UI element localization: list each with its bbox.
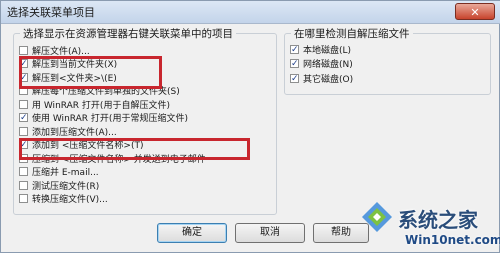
checkbox[interactable] (19, 180, 28, 190)
context-menu-group-title: 选择显示在资源管理器右键关联菜单中的项目 (20, 26, 236, 41)
highlight-box-extract-options (19, 56, 162, 89)
title-bar[interactable]: 选择关联菜单项目 ✕ (1, 1, 500, 24)
highlight-box-add-to-archive (19, 138, 250, 160)
sfx-detect-item-label: 其它磁盘(O) (303, 74, 354, 85)
checkbox[interactable]: ✓ (290, 73, 299, 83)
checkbox[interactable] (19, 194, 28, 203)
context-menu-item[interactable]: 添加到压缩文件(A)... (19, 124, 117, 138)
dialog-window: 选择关联菜单项目 ✕ 选择显示在资源管理器右键关联菜单中的项目 解压文件(A).… (0, 0, 500, 253)
close-button[interactable]: ✕ (455, 3, 495, 20)
context-menu-item[interactable]: 用 WinRAR 打开(用于自解压文件) (19, 97, 170, 111)
context-menu-item-label: 转换压缩文件(V)... (32, 195, 108, 205)
checkbox[interactable] (19, 126, 28, 136)
checkbox[interactable] (19, 99, 28, 109)
window-title: 选择关联菜单项目 (7, 6, 95, 19)
context-menu-item-label: 使用 WinRAR 打开(用于常规压缩文件) (32, 114, 188, 124)
checkbox[interactable]: ✓ (19, 113, 28, 123)
context-menu-item-label: 用 WinRAR 打开(用于自解压文件) (32, 100, 170, 111)
checkbox[interactable] (19, 167, 28, 176)
checkbox[interactable]: ✓ (290, 59, 299, 69)
ok-button[interactable]: 确定 (157, 223, 227, 243)
context-menu-item-label: 测试压缩文件(R) (32, 181, 100, 192)
checkbox[interactable] (19, 45, 28, 55)
sfx-detect-item[interactable]: ✓ 其它磁盘(O) (290, 71, 353, 85)
watermark-logo-icon (362, 202, 392, 232)
watermark-sub-text: Win10net.com (405, 233, 500, 247)
context-menu-item[interactable]: ✓ 使用 WinRAR 打开(用于常规压缩文件) (19, 111, 188, 125)
context-menu-item-label: 添加到压缩文件(A)... (32, 127, 117, 138)
context-menu-item-label: 压缩并 E-mail... (32, 168, 99, 178)
sfx-detect-item[interactable]: ✓ 网络磁盘(N) (290, 57, 353, 71)
sfx-detect-item-label: 本地磁盘(L) (303, 45, 352, 56)
context-menu-item[interactable]: 压缩并 E-mail... (19, 165, 99, 179)
sfx-detect-item-label: 网络磁盘(N) (303, 60, 353, 70)
sfx-detect-group-title: 在哪里检测自解压缩文件 (291, 26, 413, 41)
cancel-button[interactable]: 取消 (235, 223, 305, 243)
checkbox[interactable]: ✓ (290, 44, 299, 54)
context-menu-item[interactable]: 解压文件(A)... (19, 43, 90, 57)
context-menu-item[interactable]: 转换压缩文件(V)... (19, 192, 108, 206)
watermark-main-text: 系统之家 (398, 208, 478, 232)
context-menu-item-label: 解压文件(A)... (32, 46, 90, 57)
context-menu-item[interactable]: 测试压缩文件(R) (19, 178, 99, 192)
sfx-detect-item[interactable]: ✓ 本地磁盘(L) (290, 42, 351, 56)
